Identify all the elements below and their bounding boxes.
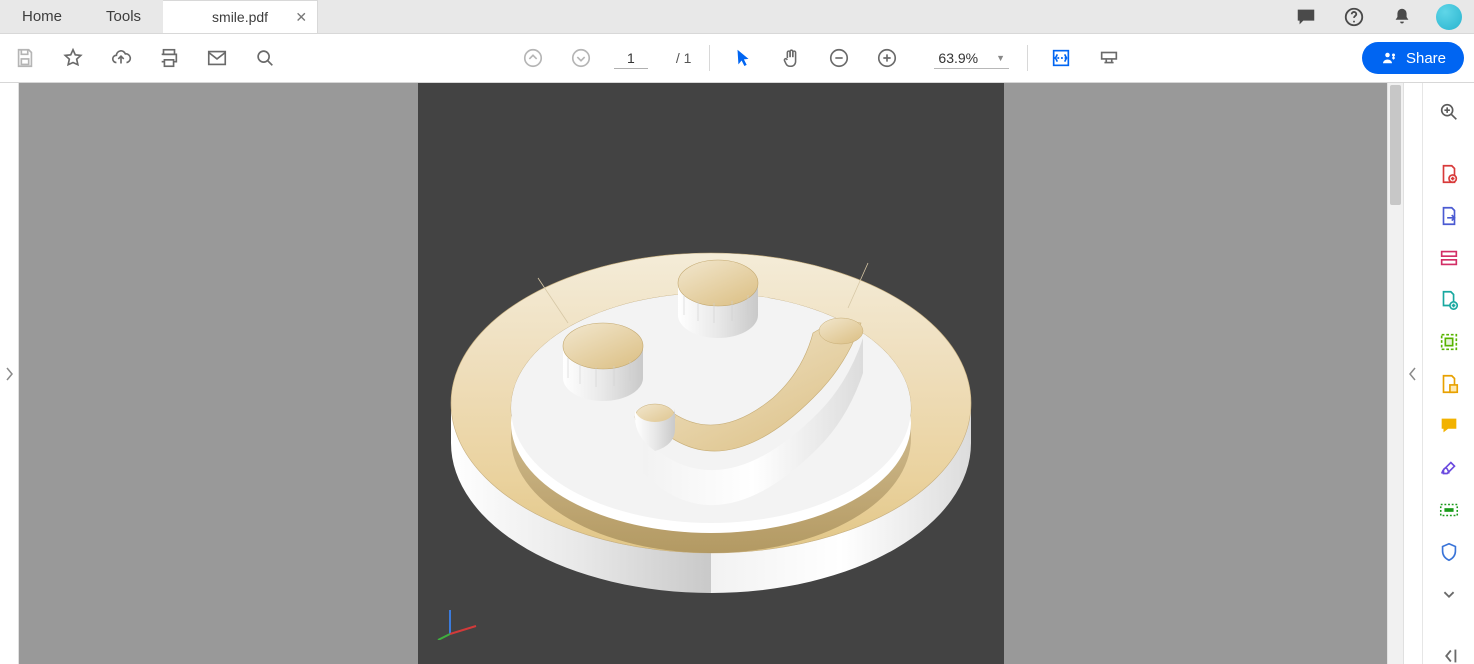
read-mode-button[interactable] xyxy=(1094,43,1124,73)
form-icon[interactable] xyxy=(1433,247,1465,269)
fit-width-button[interactable] xyxy=(1046,43,1076,73)
toolbar-separator xyxy=(1027,45,1028,71)
scrollbar-thumb[interactable] xyxy=(1390,85,1401,205)
page-total-label: / 1 xyxy=(672,50,691,66)
star-button[interactable] xyxy=(58,43,88,73)
zoom-value: 63.9% xyxy=(938,50,978,66)
chevron-down-icon: ▼ xyxy=(996,53,1005,63)
create-pdf-icon[interactable] xyxy=(1433,163,1465,185)
hand-tool[interactable] xyxy=(776,43,806,73)
menu-tools[interactable]: Tools xyxy=(84,0,163,33)
combine-icon[interactable] xyxy=(1433,289,1465,311)
comment-icon[interactable] xyxy=(1292,3,1320,31)
search-button[interactable] xyxy=(250,43,280,73)
main-area xyxy=(0,83,1474,664)
save-button[interactable] xyxy=(10,43,40,73)
document-tab[interactable]: smile.pdf ✕ xyxy=(163,0,318,33)
left-panel-expand[interactable] xyxy=(0,83,19,664)
redact-icon[interactable] xyxy=(1433,499,1465,521)
compress-icon[interactable] xyxy=(1433,373,1465,395)
cursor-tool[interactable] xyxy=(728,43,758,73)
export-pdf-icon[interactable] xyxy=(1433,205,1465,227)
zoom-in-button[interactable] xyxy=(872,43,902,73)
zoom-out-button[interactable] xyxy=(824,43,854,73)
page-down-button[interactable] xyxy=(566,43,596,73)
page-number-input[interactable] xyxy=(614,48,648,69)
right-tool-panel xyxy=(1422,83,1474,664)
organize-icon[interactable] xyxy=(1433,331,1465,353)
vertical-scrollbar[interactable] xyxy=(1387,83,1403,664)
share-label: Share xyxy=(1406,50,1446,67)
share-button[interactable]: Share xyxy=(1362,42,1464,74)
comment-tool-icon[interactable] xyxy=(1433,415,1465,437)
mail-button[interactable] xyxy=(202,43,232,73)
more-tools-icon[interactable] xyxy=(1433,583,1465,605)
menu-home[interactable]: Home xyxy=(0,0,84,33)
help-icon[interactable] xyxy=(1340,3,1368,31)
axis-gizmo-icon xyxy=(436,604,482,640)
tab-strip: Home Tools smile.pdf ✕ xyxy=(0,0,1474,34)
page-up-button[interactable] xyxy=(518,43,548,73)
sign-icon[interactable] xyxy=(1433,457,1465,479)
protect-icon[interactable] xyxy=(1433,541,1465,563)
close-tab-icon[interactable]: ✕ xyxy=(295,10,307,24)
document-viewport[interactable] xyxy=(19,83,1403,664)
cloud-upload-button[interactable] xyxy=(106,43,136,73)
tabstrip-spacer xyxy=(318,0,1292,33)
collapse-panel-icon[interactable] xyxy=(1433,645,1465,664)
print-button[interactable] xyxy=(154,43,184,73)
document-page xyxy=(418,83,1004,664)
search-plus-icon[interactable] xyxy=(1433,101,1465,123)
zoom-dropdown[interactable]: 63.9% ▼ xyxy=(934,48,1009,69)
document-tab-title: smile.pdf xyxy=(212,9,268,25)
toolbar-separator xyxy=(709,45,710,71)
toolbar: / 1 63.9% ▼ Share xyxy=(0,34,1474,83)
user-avatar[interactable] xyxy=(1436,4,1462,30)
smile-3d-render xyxy=(418,83,1004,664)
right-panel-collapse[interactable] xyxy=(1403,83,1422,664)
bell-icon[interactable] xyxy=(1388,3,1416,31)
